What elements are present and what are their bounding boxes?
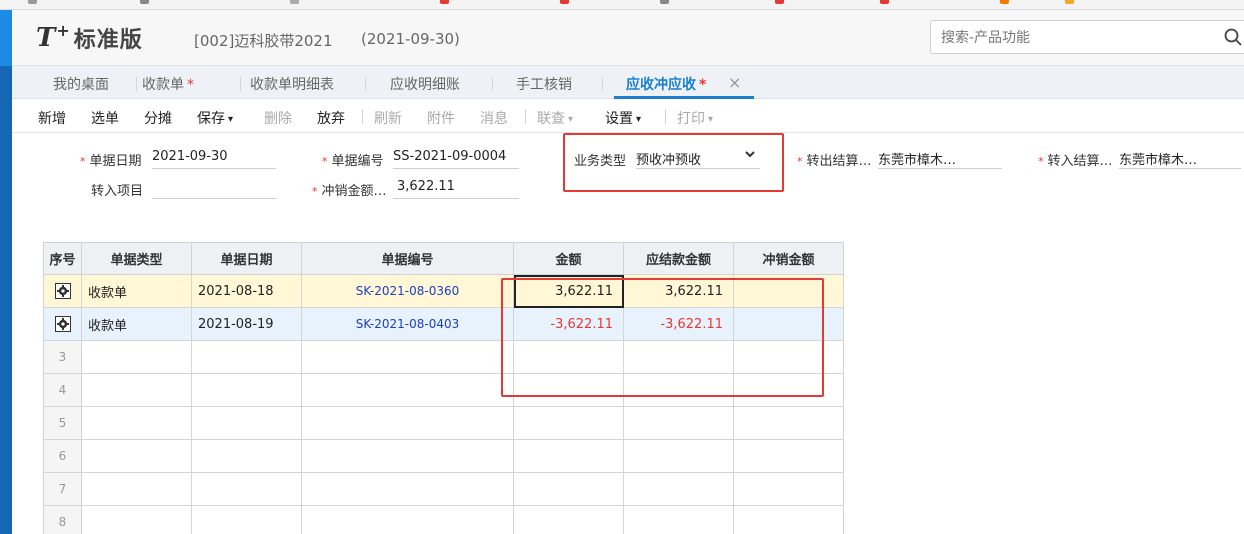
left-sidebar-strip bbox=[0, 10, 12, 534]
writeoff-amount-label: * 冲销金额… bbox=[312, 184, 387, 199]
tab-receivable-offset[interactable]: 应收冲应收 * bbox=[626, 74, 706, 94]
transfer-project-field[interactable] bbox=[152, 177, 276, 199]
logo-plus: + bbox=[56, 20, 70, 40]
discard-button[interactable]: 放弃 bbox=[317, 108, 345, 128]
col-header-settle-amount[interactable]: 应结款金额 bbox=[623, 242, 734, 275]
transfer-out-field[interactable]: 东莞市樟木… bbox=[878, 147, 1002, 169]
cell-doc-date[interactable]: 2021-08-19 bbox=[191, 307, 302, 341]
col-header-doc-date[interactable]: 单据日期 bbox=[191, 242, 302, 275]
search-box[interactable] bbox=[930, 20, 1244, 54]
save-button[interactable]: 保存 ▾ bbox=[197, 108, 233, 128]
search-input[interactable] bbox=[941, 28, 1211, 48]
transfer-in-label: * 转入结算… bbox=[1038, 154, 1113, 169]
attachment-button[interactable]: 附件 bbox=[427, 108, 455, 128]
doc-no-field[interactable]: SS-2021-09-0004 bbox=[393, 147, 519, 169]
refresh-button[interactable]: 刷新 bbox=[374, 108, 402, 128]
row-seq: 7 bbox=[43, 472, 82, 506]
col-header-doc-type[interactable]: 单据类型 bbox=[81, 242, 192, 275]
col-header-writeoff-amount[interactable]: 冲销金额 bbox=[733, 242, 844, 275]
allocate-button[interactable]: 分摊 bbox=[144, 108, 172, 128]
app-logo: T + 标准版 bbox=[36, 20, 143, 54]
col-header-doc-no[interactable]: 单据编号 bbox=[301, 242, 514, 275]
close-icon[interactable]: × bbox=[728, 73, 741, 92]
table-row[interactable]: 8 bbox=[43, 505, 844, 534]
transfer-in-field[interactable]: 东莞市樟木… bbox=[1119, 147, 1241, 169]
tab-receipt[interactable]: 收款单 * bbox=[142, 74, 194, 94]
print-button[interactable]: 打印 ▾ bbox=[677, 108, 713, 128]
biz-type-highlight bbox=[563, 133, 784, 192]
table-row[interactable]: 6 bbox=[43, 439, 844, 473]
chevron-down-icon: ▾ bbox=[636, 114, 642, 125]
tab-desktop[interactable]: 我的桌面 bbox=[53, 74, 112, 94]
toolbar: 新增 选单 分摊 保存 ▾ 删除 放弃 刷新 附件 消息 联查 ▾ 设置 ▾ 打印 ▾ bbox=[12, 100, 1244, 133]
row-settings-cell[interactable] bbox=[43, 274, 82, 308]
col-header-seq: 序号 bbox=[43, 242, 82, 275]
row-seq: 4 bbox=[43, 373, 82, 407]
table-row[interactable]: 7 bbox=[43, 472, 844, 506]
gear-icon[interactable] bbox=[54, 316, 71, 332]
transfer-project-label: 转入项目 bbox=[91, 184, 144, 199]
app-header: T + 标准版 [002]迈科胶带2021 (2021-09-30) bbox=[12, 10, 1244, 66]
account-date: (2021-09-30) bbox=[361, 30, 460, 48]
cell-doc-type[interactable]: 收款单 bbox=[81, 274, 192, 308]
tab-manual-writeoff[interactable]: 手工核销 bbox=[516, 74, 575, 94]
select-doc-button[interactable]: 选单 bbox=[91, 108, 119, 128]
gear-icon[interactable] bbox=[54, 283, 71, 299]
settings-button[interactable]: 设置 ▾ bbox=[605, 108, 641, 128]
amount-columns-highlight bbox=[501, 278, 824, 397]
logo-mark: T bbox=[36, 23, 56, 53]
active-tab-indicator bbox=[614, 96, 754, 99]
cell-doc-type[interactable]: 收款单 bbox=[81, 307, 192, 341]
account-name: [002]迈科胶带2021 bbox=[194, 32, 333, 50]
logo-edition: 标准版 bbox=[73, 28, 143, 53]
transfer-out-label: * 转出结算… bbox=[797, 154, 872, 169]
chevron-down-icon: ▾ bbox=[708, 114, 714, 125]
chevron-down-icon: ▾ bbox=[568, 114, 574, 125]
tab-receipt-detail-report[interactable]: 收款单明细表 bbox=[250, 74, 337, 94]
doc-date-label: * 单据日期 bbox=[80, 154, 142, 169]
writeoff-amount-field[interactable]: 3,622.11 bbox=[393, 177, 519, 199]
query-button[interactable]: 联查 ▾ bbox=[537, 108, 573, 128]
doc-no-label: * 单据编号 bbox=[322, 154, 384, 169]
col-header-amount[interactable]: 金额 bbox=[513, 242, 624, 275]
chevron-down-icon: ▾ bbox=[228, 114, 234, 125]
grid-header-row: 序号 单据类型 单据日期 单据编号 金额 应结款金额 冲销金额 bbox=[43, 242, 844, 275]
cell-doc-date[interactable]: 2021-08-18 bbox=[191, 274, 302, 308]
tab-receivable-ledger[interactable]: 应收明细账 bbox=[390, 74, 463, 94]
tab-bar: 我的桌面 收款单 * 收款单明细表 应收明细账 手工核销 应收冲应收 * × bbox=[12, 66, 1244, 99]
cell-doc-no-link[interactable]: SK-2021-08-0360 bbox=[301, 274, 514, 308]
cell-doc-no-link[interactable]: SK-2021-08-0403 bbox=[301, 307, 514, 341]
add-button[interactable]: 新增 bbox=[38, 108, 66, 128]
delete-button[interactable]: 删除 bbox=[264, 108, 292, 128]
search-icon[interactable] bbox=[1224, 28, 1242, 46]
bookmarks-bar bbox=[0, 0, 1244, 10]
table-row[interactable]: 5 bbox=[43, 406, 844, 440]
row-seq: 6 bbox=[43, 439, 82, 473]
row-seq: 8 bbox=[43, 505, 82, 534]
row-seq: 5 bbox=[43, 406, 82, 440]
row-seq: 3 bbox=[43, 340, 82, 374]
doc-date-field[interactable]: 2021-09-30 bbox=[152, 147, 276, 169]
row-settings-cell[interactable] bbox=[43, 307, 82, 341]
message-button[interactable]: 消息 bbox=[480, 108, 508, 128]
